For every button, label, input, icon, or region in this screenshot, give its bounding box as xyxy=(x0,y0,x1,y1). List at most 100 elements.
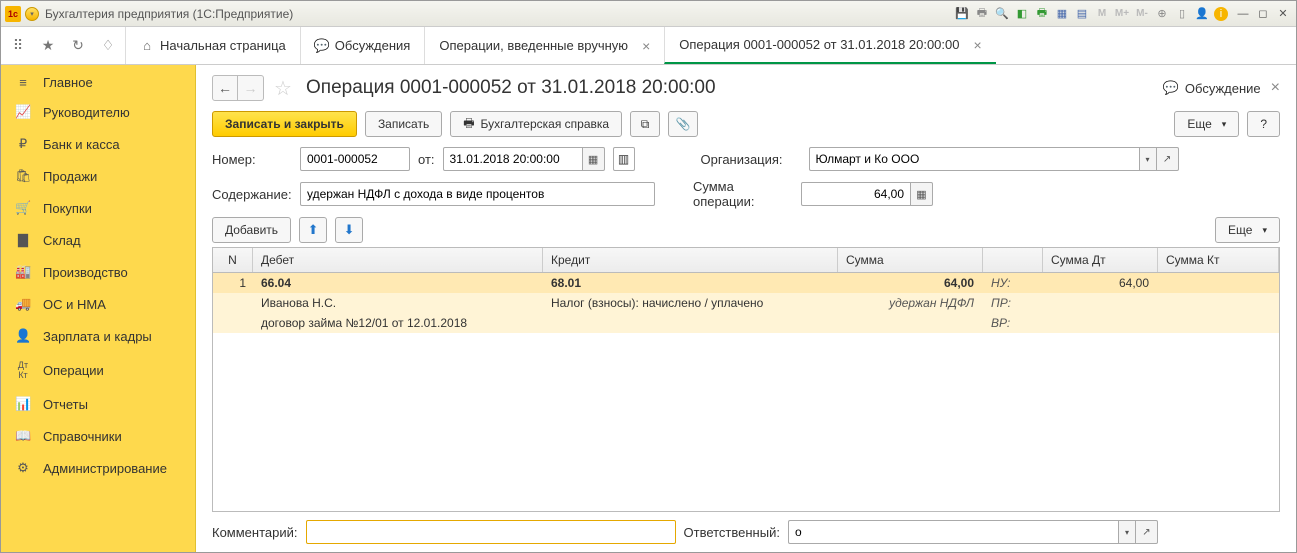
compare-icon[interactable]: ◧ xyxy=(1014,6,1030,22)
sidebar-item-hr[interactable]: 👤Зарплата и кадры xyxy=(1,320,195,352)
sidebar-item-purchases[interactable]: 🛒 Покупки xyxy=(1,192,195,224)
sidebar-item-warehouse[interactable]: ▇Склад xyxy=(1,224,195,256)
move-up-button[interactable]: ⬆ xyxy=(299,217,327,243)
user-icon[interactable]: 👤 xyxy=(1194,6,1210,22)
print-icon[interactable]: 🖶 xyxy=(974,6,990,22)
content-field[interactable] xyxy=(300,182,655,206)
tab-manual-ops[interactable]: Операции, введенные вручную × xyxy=(424,27,664,64)
open-ref-icon[interactable]: ↗ xyxy=(1157,147,1179,171)
sidebar-item-label: Главное xyxy=(43,75,93,90)
sidebar-item-label: ОС и НМА xyxy=(43,297,106,312)
print2-icon[interactable]: 🖶 xyxy=(1034,6,1050,22)
tab-home[interactable]: ⌂ Начальная страница xyxy=(125,27,300,64)
calc-icon[interactable]: ▦ xyxy=(1054,6,1070,22)
person-icon: 👤 xyxy=(15,328,31,344)
app-menu-dropdown[interactable]: ▾ xyxy=(25,7,39,21)
report-icon: 📊 xyxy=(15,396,31,412)
tab-current[interactable]: Операция 0001-000052 от 31.01.2018 20:00… xyxy=(664,27,995,64)
table-row[interactable]: 1 66.04 68.01 64,00 НУ: 64,00 xyxy=(213,273,1279,293)
more-button[interactable]: Еще xyxy=(1174,111,1239,137)
favorite-star-icon[interactable]: ☆ xyxy=(274,76,296,101)
number-field[interactable] xyxy=(300,147,410,171)
info-icon[interactable]: i xyxy=(1214,7,1228,21)
tab-manual-ops-label: Операции, введенные вручную xyxy=(439,38,628,53)
nav-forward-button[interactable]: → xyxy=(238,75,264,101)
comment-field[interactable] xyxy=(306,520,676,544)
preview-icon[interactable]: 🔍 xyxy=(994,6,1010,22)
col-sum[interactable]: Сумма xyxy=(838,248,983,272)
help-button[interactable]: ? xyxy=(1247,111,1280,137)
calendar-icon[interactable]: ▤ xyxy=(1074,6,1090,22)
discussion-link[interactable]: 💬 Обсуждение xyxy=(1163,80,1261,96)
calc-icon[interactable]: ▦ xyxy=(911,182,933,206)
sidebar-item-catalogs[interactable]: 📖Справочники xyxy=(1,420,195,452)
page-title: Операция 0001-000052 от 31.01.2018 20:00… xyxy=(306,77,716,99)
tab-discussions-label: Обсуждения xyxy=(335,38,411,53)
col-credit[interactable]: Кредит xyxy=(543,248,838,272)
minimize-button[interactable]: — xyxy=(1234,7,1252,21)
sidebar-item-reports[interactable]: 📊Отчеты xyxy=(1,388,195,420)
calendar-icon[interactable]: ▦ xyxy=(583,147,605,171)
cell-deb-sub: договор займа №12/01 от 12.01.2018 xyxy=(253,313,543,333)
sidebar-item-operations[interactable]: ДтКтОперации xyxy=(1,352,195,388)
mem-mplus[interactable]: M+ xyxy=(1114,6,1130,22)
open-ref-icon[interactable]: ↗ xyxy=(1136,520,1158,544)
sidebar-item-assets[interactable]: 🚚ОС и НМА xyxy=(1,288,195,320)
table-more-button[interactable]: Еще xyxy=(1215,217,1280,243)
sum-label: Сумма операции: xyxy=(693,179,793,209)
col-sumdt[interactable]: Сумма Дт xyxy=(1043,248,1158,272)
add-row-button[interactable]: Добавить xyxy=(212,217,291,243)
notifications-icon[interactable]: ♢ xyxy=(99,37,117,55)
sidebar-item-bank[interactable]: ₽Банк и касса xyxy=(1,128,195,160)
col-n[interactable]: N xyxy=(213,248,253,272)
tab-discussions[interactable]: 💬 Обсуждения xyxy=(300,27,425,64)
add-label: Добавить xyxy=(225,223,278,237)
maximize-button[interactable]: ◻ xyxy=(1254,7,1272,21)
sidebar-toggle[interactable]: ≡Главное xyxy=(1,69,195,96)
close-window-button[interactable]: ✕ xyxy=(1274,7,1292,21)
cell-deb-sub: Иванова Н.С. xyxy=(253,293,543,313)
mem-mminus[interactable]: M- xyxy=(1134,6,1150,22)
cart-icon: 🛒 xyxy=(15,200,31,216)
table-row[interactable]: договор займа №12/01 от 12.01.2018 ВР: xyxy=(213,313,1279,333)
zoom-icon[interactable]: ⊕ xyxy=(1154,6,1170,22)
table-row[interactable]: Иванова Н.С. Налог (взносы): начислено /… xyxy=(213,293,1279,313)
sidebar-item-manager[interactable]: 📈Руководителю xyxy=(1,96,195,128)
home-icon: ⌂ xyxy=(140,39,154,53)
cell-n: 1 xyxy=(213,273,253,293)
mode-button[interactable]: ▥ xyxy=(613,147,635,171)
sidebar-item-label: Покупки xyxy=(43,201,92,216)
close-icon[interactable]: × xyxy=(973,37,981,53)
date-field[interactable] xyxy=(443,147,583,171)
tab-home-label: Начальная страница xyxy=(160,38,286,53)
close-page-button[interactable]: × xyxy=(1271,79,1280,97)
cell-n xyxy=(213,313,253,333)
print-ref-button[interactable]: 🖶Бухгалтерская справка xyxy=(450,111,622,137)
save-button[interactable]: Записать xyxy=(365,111,442,137)
save-label: Записать xyxy=(378,117,429,131)
col-debit[interactable]: Дебет xyxy=(253,248,543,272)
sidebar-item-admin[interactable]: ⚙Администрирование xyxy=(1,452,195,484)
nav-back-button[interactable]: ← xyxy=(212,75,238,101)
sidebar-item-sales[interactable]: 🛍Продажи xyxy=(1,160,195,192)
sidebar-item-production[interactable]: 🏭Производство xyxy=(1,256,195,288)
mem-m[interactable]: M xyxy=(1094,6,1110,22)
close-icon[interactable]: × xyxy=(642,38,650,54)
move-down-button[interactable]: ⬇ xyxy=(335,217,363,243)
favorite-icon[interactable]: ★ xyxy=(39,37,57,55)
sum-field[interactable] xyxy=(801,182,911,206)
history-icon[interactable]: ↻ xyxy=(69,37,87,55)
panels-icon[interactable]: ▯ xyxy=(1174,6,1190,22)
cell-note: удержан НДФЛ xyxy=(838,293,983,313)
col-flags[interactable] xyxy=(983,248,1043,272)
org-field[interactable] xyxy=(809,147,1139,171)
chevron-down-icon[interactable]: ▾ xyxy=(1139,147,1157,171)
attach-button[interactable]: 📎 xyxy=(668,111,698,137)
responsible-field[interactable] xyxy=(788,520,1118,544)
save-close-button[interactable]: Записать и закрыть xyxy=(212,111,357,137)
col-sumkt[interactable]: Сумма Кт xyxy=(1158,248,1279,272)
structure-button[interactable]: ⧉ xyxy=(630,111,660,137)
apps-icon[interactable]: ⠿ xyxy=(9,37,27,55)
chevron-down-icon[interactable]: ▾ xyxy=(1118,520,1136,544)
save-icon[interactable]: 💾 xyxy=(954,6,970,22)
